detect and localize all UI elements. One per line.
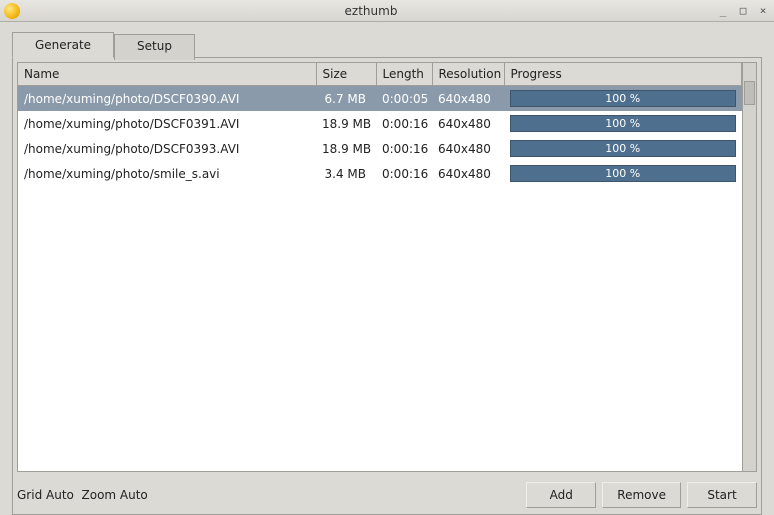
cell-name: /home/xuming/photo/DSCF0391.AVI	[18, 111, 316, 136]
status-text: Grid Auto Zoom Auto	[13, 488, 520, 502]
cell-name: /home/xuming/photo/smile_s.avi	[18, 161, 316, 186]
file-table-wrap: Name Size Length Resolution Progress /ho…	[17, 62, 757, 472]
cell-resolution: 640x480	[432, 136, 504, 161]
tab-generate[interactable]: Generate	[12, 32, 114, 58]
cell-size: 6.7 MB	[316, 86, 376, 112]
col-header-resolution[interactable]: Resolution	[432, 63, 504, 86]
progress-bar: 100 %	[510, 165, 736, 182]
progress-label: 100 %	[511, 141, 735, 156]
scrollbar-thumb[interactable]	[744, 81, 755, 105]
table-row[interactable]: /home/xuming/photo/DSCF0391.AVI18.9 MB0:…	[18, 111, 742, 136]
col-header-size[interactable]: Size	[316, 63, 376, 86]
window-controls: _ □ ×	[716, 4, 770, 17]
cell-resolution: 640x480	[432, 161, 504, 186]
cell-progress: 100 %	[504, 161, 742, 186]
file-table-scroll: Name Size Length Resolution Progress /ho…	[18, 63, 742, 471]
file-table: Name Size Length Resolution Progress /ho…	[18, 63, 742, 186]
cell-name: /home/xuming/photo/DSCF0393.AVI	[18, 136, 316, 161]
cell-progress: 100 %	[504, 136, 742, 161]
cell-size: 3.4 MB	[316, 161, 376, 186]
close-button[interactable]: ×	[756, 4, 770, 17]
app-icon	[4, 3, 20, 19]
cell-progress: 100 %	[504, 86, 742, 112]
col-header-progress[interactable]: Progress	[504, 63, 742, 86]
cell-progress: 100 %	[504, 111, 742, 136]
progress-bar: 100 %	[510, 90, 736, 107]
minimize-button[interactable]: _	[716, 4, 730, 17]
cell-length: 0:00:16	[376, 136, 432, 161]
start-button[interactable]: Start	[687, 482, 757, 508]
cell-resolution: 640x480	[432, 86, 504, 112]
maximize-button[interactable]: □	[736, 4, 750, 17]
generate-panel: Name Size Length Resolution Progress /ho…	[12, 57, 762, 515]
progress-label: 100 %	[511, 91, 735, 106]
status-grid: Grid Auto	[17, 488, 74, 502]
add-button[interactable]: Add	[526, 482, 596, 508]
remove-button[interactable]: Remove	[602, 482, 681, 508]
cell-resolution: 640x480	[432, 111, 504, 136]
cell-length: 0:00:16	[376, 111, 432, 136]
status-zoom: Zoom Auto	[82, 488, 148, 502]
content-area: Generate Setup Name Size Length Resoluti…	[0, 22, 774, 515]
cell-length: 0:00:16	[376, 161, 432, 186]
tab-setup[interactable]: Setup	[114, 34, 195, 60]
cell-name: /home/xuming/photo/DSCF0390.AVI	[18, 86, 316, 112]
col-header-name[interactable]: Name	[18, 63, 316, 86]
cell-size: 18.9 MB	[316, 111, 376, 136]
table-row[interactable]: /home/xuming/photo/DSCF0393.AVI18.9 MB0:…	[18, 136, 742, 161]
vertical-scrollbar[interactable]	[742, 63, 756, 471]
window-title: ezthumb	[26, 4, 716, 18]
progress-label: 100 %	[511, 116, 735, 131]
tab-bar: Generate Setup	[12, 32, 762, 58]
footer-bar: Grid Auto Zoom Auto Add Remove Start	[13, 476, 761, 514]
table-header-row: Name Size Length Resolution Progress	[18, 63, 742, 86]
col-header-length[interactable]: Length	[376, 63, 432, 86]
table-row[interactable]: /home/xuming/photo/smile_s.avi3.4 MB0:00…	[18, 161, 742, 186]
cell-size: 18.9 MB	[316, 136, 376, 161]
progress-bar: 100 %	[510, 115, 736, 132]
table-row[interactable]: /home/xuming/photo/DSCF0390.AVI6.7 MB0:0…	[18, 86, 742, 112]
progress-label: 100 %	[511, 166, 735, 181]
titlebar: ezthumb _ □ ×	[0, 0, 774, 22]
cell-length: 0:00:05	[376, 86, 432, 112]
progress-bar: 100 %	[510, 140, 736, 157]
